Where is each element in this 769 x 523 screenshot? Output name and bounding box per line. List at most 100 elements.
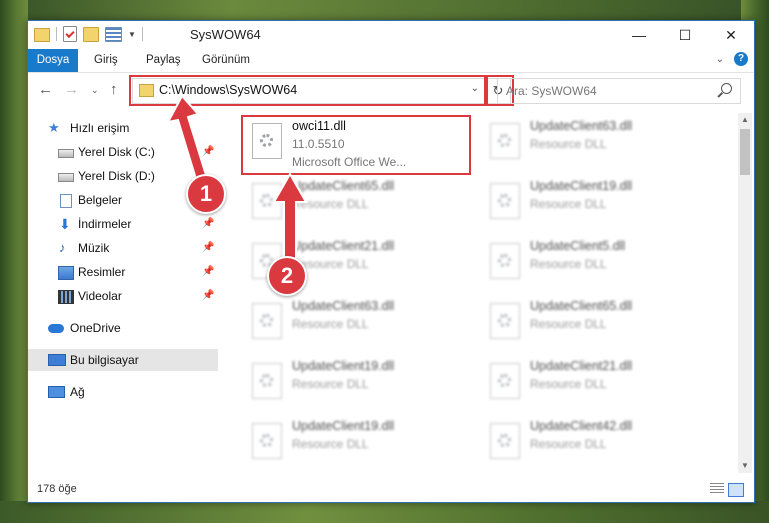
network-icon bbox=[48, 386, 65, 398]
item-count: 178 öğe bbox=[37, 483, 77, 495]
maximize-button[interactable]: ☐ bbox=[662, 21, 708, 49]
toolbar-customize-icon[interactable]: ▼ bbox=[128, 30, 136, 39]
sidebar-item-label: OneDrive bbox=[70, 321, 121, 335]
sidebar-item-label: Ağ bbox=[70, 385, 85, 399]
file-name: UpdateClient19.dll bbox=[292, 419, 395, 433]
sidebar-item-label: Yerel Disk (D:) bbox=[78, 169, 155, 183]
file-name: UpdateClient63.dll bbox=[530, 119, 633, 133]
forward-arrow-icon[interactable]: → bbox=[64, 81, 79, 98]
list-item[interactable]: UpdateClient21.dll Resource DLL bbox=[482, 357, 702, 415]
list-item[interactable]: UpdateClient19.dll Resource DLL bbox=[244, 357, 464, 415]
file-description: Resource DLL bbox=[530, 197, 607, 211]
pictures-icon bbox=[58, 266, 74, 280]
sidebar-item-music[interactable]: ♪ Müzik 📌 bbox=[28, 237, 218, 259]
tab-paylas[interactable]: Paylaş bbox=[146, 49, 181, 72]
properties-icon[interactable] bbox=[63, 26, 77, 42]
folder-icon bbox=[34, 28, 50, 42]
file-description: Resource DLL bbox=[530, 257, 607, 271]
list-item[interactable]: UpdateClient63.dll Resource DLL bbox=[244, 297, 464, 355]
file-name: UpdateClient21.dll bbox=[530, 359, 633, 373]
pin-icon[interactable]: 📌 bbox=[202, 237, 214, 259]
back-arrow-icon[interactable]: ← bbox=[38, 81, 53, 98]
cloud-icon bbox=[48, 324, 64, 333]
toolbar-divider bbox=[56, 27, 57, 41]
search-input[interactable]: Ara: SysWOW64 bbox=[506, 84, 597, 98]
gear-icon bbox=[498, 374, 511, 387]
sidebar-item-pictures[interactable]: Resimler 📌 bbox=[28, 261, 218, 283]
gear-icon bbox=[498, 434, 511, 447]
expand-ribbon-icon[interactable]: ⌄ bbox=[716, 54, 724, 65]
sidebar-item-label: İndirmeler bbox=[78, 217, 132, 231]
minimize-button[interactable]: — bbox=[616, 21, 662, 49]
toolbar-divider bbox=[141, 27, 143, 41]
list-item[interactable]: UpdateClient42.dll Resource DLL bbox=[482, 417, 702, 473]
download-icon: ⬇ bbox=[59, 216, 71, 232]
sidebar-item-label: Yerel Disk (C:) bbox=[78, 145, 155, 159]
list-item[interactable]: UpdateClient63.dll Resource DLL bbox=[482, 117, 702, 175]
dll-file-icon bbox=[490, 183, 520, 219]
file-description: Resource DLL bbox=[292, 317, 369, 331]
sidebar-item-label: Bu bilgisayar bbox=[70, 353, 139, 367]
close-button[interactable]: ✕ bbox=[708, 21, 754, 49]
view-options-icon[interactable] bbox=[105, 26, 122, 42]
dll-file-icon bbox=[490, 423, 520, 459]
up-arrow-icon[interactable]: ↑ bbox=[110, 81, 118, 98]
gear-icon bbox=[498, 254, 511, 267]
title-bar: ▼ SysWOW64 — ☐ ✕ bbox=[28, 21, 754, 49]
file-description: Resource DLL bbox=[530, 377, 607, 391]
sidebar-item-label: Belgeler bbox=[78, 193, 123, 207]
search-box[interactable]: Ara: SysWOW64 bbox=[497, 78, 741, 104]
new-folder-icon[interactable] bbox=[83, 26, 99, 42]
file-name: UpdateClient42.dll bbox=[530, 419, 633, 433]
scroll-up-icon[interactable]: ▲ bbox=[738, 113, 752, 127]
ribbon-right-controls: ⌄ ? bbox=[716, 52, 748, 66]
tab-dosya[interactable]: Dosya bbox=[28, 49, 78, 72]
window-controls: — ☐ ✕ bbox=[616, 21, 754, 49]
sidebar-item-downloads[interactable]: ⬇ İndirmeler 📌 bbox=[28, 213, 218, 235]
scroll-thumb[interactable] bbox=[740, 129, 750, 175]
sidebar-item-this-pc[interactable]: Bu bilgisayar bbox=[28, 349, 218, 371]
disk-icon bbox=[58, 149, 74, 158]
list-item[interactable]: UpdateClient65.dll Resource DLL bbox=[482, 297, 702, 355]
tab-giris[interactable]: Giriş bbox=[94, 49, 118, 72]
callout-badge-2: 2 bbox=[267, 256, 307, 296]
ribbon-tabs: Dosya Giriş Paylaş Görünüm ⌄ ? bbox=[28, 49, 754, 73]
sidebar-item-label: Resimler bbox=[78, 265, 126, 279]
gear-icon bbox=[260, 434, 273, 447]
file-name: UpdateClient63.dll bbox=[292, 299, 395, 313]
navigation-row: ← → ⌄ ↑ C:\Windows\SysWOW64 ⌄ ↻ Ara: Sys… bbox=[28, 73, 754, 107]
recent-locations-icon[interactable]: ⌄ bbox=[91, 85, 99, 96]
sidebar-item-network[interactable]: Ağ bbox=[28, 381, 218, 403]
tab-gorunum[interactable]: Görünüm bbox=[202, 49, 250, 72]
music-icon: ♪ bbox=[59, 240, 66, 255]
gear-icon bbox=[498, 314, 511, 327]
file-description: Resource DLL bbox=[292, 437, 369, 451]
pin-icon[interactable]: 📌 bbox=[202, 261, 214, 283]
file-name: UpdateClient5.dll bbox=[530, 239, 626, 253]
gear-icon bbox=[260, 374, 273, 387]
search-icon[interactable] bbox=[721, 83, 732, 94]
file-description: Resource DLL bbox=[530, 137, 607, 151]
pin-icon[interactable]: 📌 bbox=[202, 285, 214, 307]
list-item[interactable]: UpdateClient19.dll Resource DLL bbox=[482, 177, 702, 235]
large-icons-view-icon[interactable] bbox=[728, 483, 744, 497]
file-list: owci11.dll 11.0.5510 Microsoft Office We… bbox=[224, 113, 736, 473]
sidebar-item-label: Videolar bbox=[78, 289, 122, 303]
sidebar-item-videos[interactable]: Videolar 📌 bbox=[28, 285, 218, 307]
pin-icon[interactable]: 📌 bbox=[202, 213, 214, 235]
desktop-background-top bbox=[0, 0, 769, 20]
sidebar-item-label: Hızlı erişim bbox=[70, 121, 130, 135]
list-item[interactable]: UpdateClient19.dll Resource DLL bbox=[244, 417, 464, 473]
dll-file-icon bbox=[490, 243, 520, 279]
file-description: Resource DLL bbox=[530, 437, 607, 451]
desktop-background-bottom bbox=[0, 501, 769, 523]
dll-file-icon bbox=[490, 303, 520, 339]
details-view-icon[interactable] bbox=[710, 483, 724, 495]
dll-file-icon bbox=[490, 363, 520, 399]
sidebar-item-onedrive[interactable]: OneDrive bbox=[28, 317, 218, 339]
vertical-scrollbar[interactable]: ▲ ▼ bbox=[738, 113, 752, 473]
scroll-down-icon[interactable]: ▼ bbox=[738, 459, 752, 473]
help-icon[interactable]: ? bbox=[734, 52, 748, 66]
list-item[interactable]: UpdateClient5.dll Resource DLL bbox=[482, 237, 702, 295]
videos-icon bbox=[58, 290, 74, 304]
